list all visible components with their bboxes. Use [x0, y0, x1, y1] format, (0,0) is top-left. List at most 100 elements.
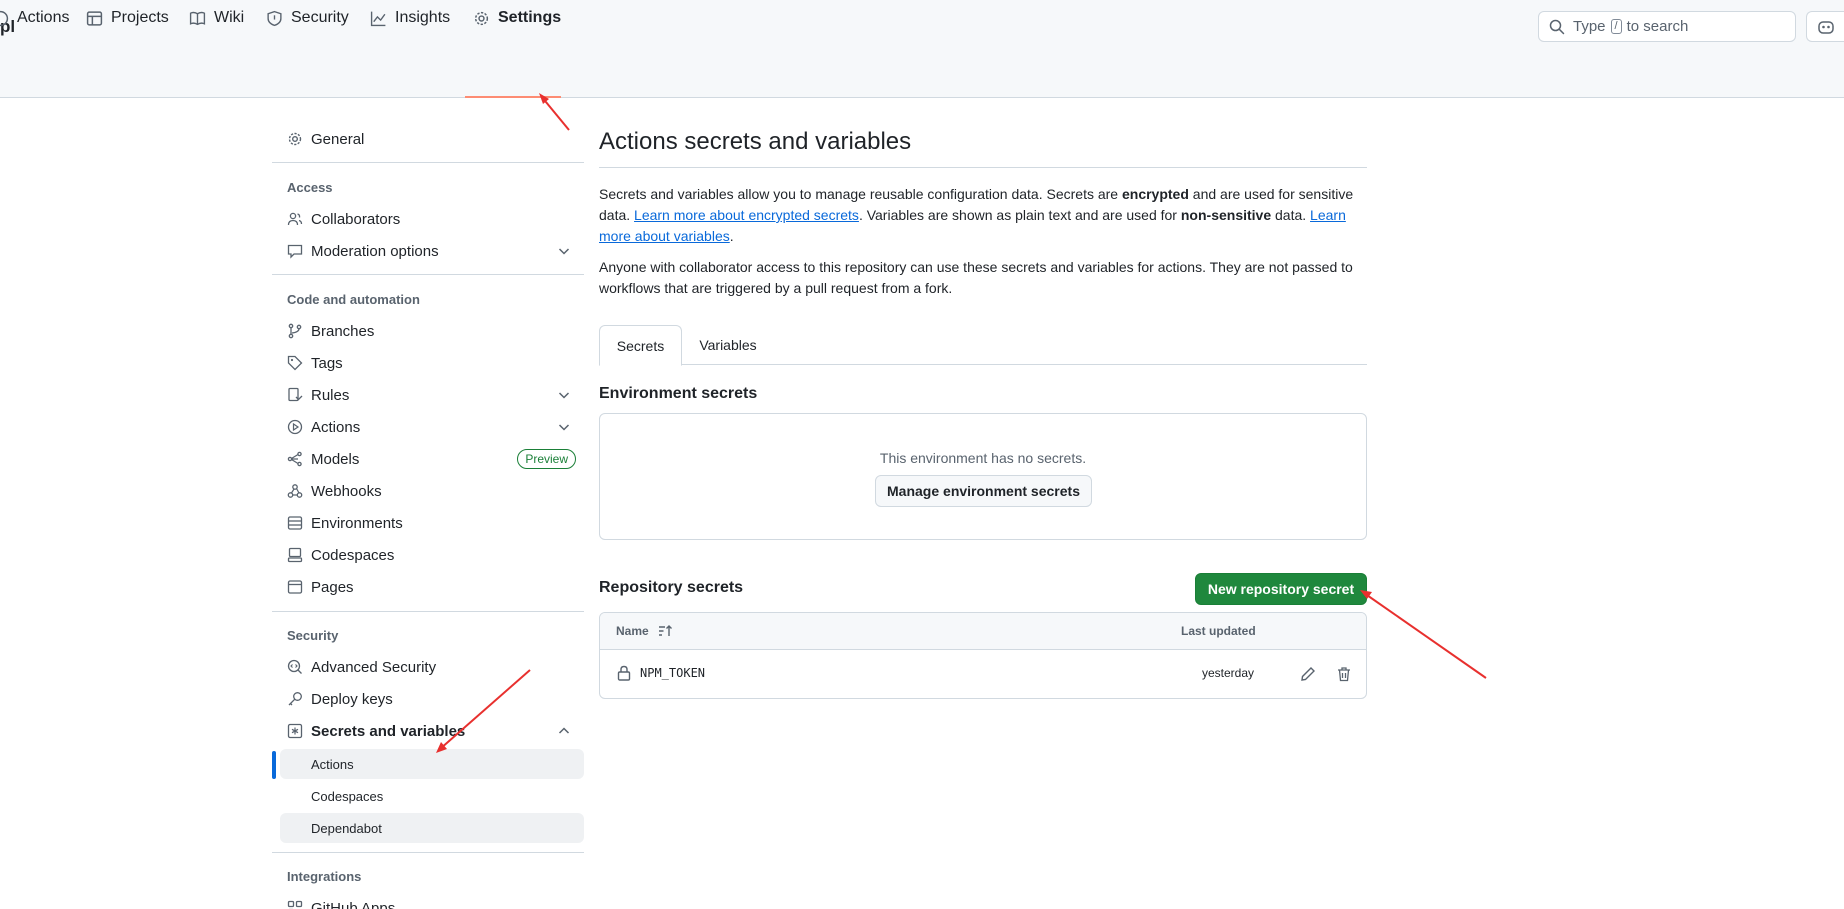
delete-secret-button[interactable] [1330, 660, 1358, 688]
annotation-arrow-new-secret [1360, 590, 1487, 679]
asterisk-icon [287, 723, 303, 739]
webhook-icon [287, 483, 303, 499]
sidebar-item-label: Models [311, 450, 360, 468]
tab-projects[interactable]: Projects [86, 0, 169, 36]
section-heading-code: Code and automation [287, 292, 420, 307]
sidebar-item-label: Webhooks [311, 482, 382, 500]
sidebar-subitem-dependabot[interactable]: Dependabot [280, 813, 584, 843]
codescan-icon [287, 659, 303, 675]
sidebar-item-general[interactable]: General [272, 123, 584, 155]
sidebar-item-collaborators[interactable]: Collaborators [272, 203, 584, 235]
chevron-up-icon [558, 727, 570, 734]
sidebar-item-tags[interactable]: Tags [272, 347, 584, 379]
play-icon [0, 10, 9, 26]
edit-secret-button[interactable] [1294, 660, 1322, 688]
active-tab-underline [465, 96, 561, 98]
sidebar-subitem-codespaces[interactable]: Codespaces [280, 781, 584, 811]
search-shortcut-key: / [1610, 19, 1622, 34]
tab-projects-label: Projects [111, 9, 169, 26]
search-icon [1549, 19, 1565, 34]
new-repository-secret-button[interactable]: New repository secret [1195, 573, 1367, 605]
sidebar-item-rules[interactable]: Rules [272, 379, 584, 411]
tab-security-label: Security [291, 9, 349, 26]
sidebar-item-models[interactable]: Models Preview [272, 443, 584, 475]
divider [272, 162, 584, 163]
sidebar-item-label: GitHub Apps [311, 899, 396, 909]
codespaces-icon [287, 547, 303, 563]
chevron-down-icon [558, 424, 570, 431]
divider [272, 852, 584, 853]
secret-updated: yesterday [1202, 666, 1255, 680]
sidebar-item-secrets-variables[interactable]: Secrets and variables [272, 715, 584, 747]
column-name-header[interactable]: Name [616, 624, 649, 638]
divider [272, 611, 584, 612]
chevron-down-icon [558, 392, 570, 399]
empty-state-text: This environment has no secrets. [879, 450, 1087, 466]
sidebar-item-branches[interactable]: Branches [272, 315, 584, 347]
sidebar-item-label: Secrets and variables [311, 722, 466, 740]
tab-settings-label: Settings [498, 9, 562, 26]
sidebar-item-label: Actions [311, 418, 361, 436]
tab-secrets[interactable]: Secrets [599, 325, 682, 366]
play-icon [287, 419, 303, 435]
sidebar-item-label: Pages [311, 578, 354, 596]
divider [272, 274, 584, 275]
sidebar-subitem-actions[interactable]: Actions [280, 749, 584, 779]
sidebar-item-webhooks[interactable]: Webhooks [272, 475, 584, 507]
pencil-icon [1301, 667, 1315, 681]
trash-icon [1338, 667, 1350, 682]
shield-icon [267, 10, 282, 26]
sidebar-item-label: Environments [311, 514, 403, 532]
tab-wiki[interactable]: Wiki [189, 0, 244, 36]
tab-variables[interactable]: Variables [683, 325, 773, 365]
sidebar-subitem-label: Dependabot [311, 820, 382, 836]
key-icon [287, 691, 303, 707]
gear-icon [287, 131, 303, 147]
sidebar-subitem-label: Codespaces [311, 788, 384, 804]
table-icon [86, 10, 103, 26]
repository-secrets-heading: Repository secrets [599, 579, 744, 596]
copilot-button[interactable] [1806, 11, 1844, 42]
sidebar-item-label: Rules [311, 386, 350, 404]
browser-icon [287, 579, 303, 595]
apps-icon [287, 900, 303, 909]
tag-icon [287, 355, 303, 371]
manage-environment-secrets-button[interactable]: Manage environment secrets [875, 475, 1092, 507]
sidebar-item-label: Collaborators [311, 210, 401, 228]
table-row: NPM_TOKEN yesterday [600, 650, 1366, 698]
sidebar-item-pages[interactable]: Pages [272, 571, 584, 603]
book-icon [189, 11, 206, 25]
sort-ascending-icon[interactable] [658, 624, 674, 638]
tab-insights[interactable]: Insights [370, 0, 450, 36]
top-bar: pl Type / to search Actions Projects Wik… [0, 0, 1844, 98]
search-input[interactable]: Type / to search [1538, 11, 1796, 42]
environment-secrets-heading: Environment secrets [599, 385, 758, 402]
sidebar-item-label: General [311, 130, 365, 148]
tab-actions[interactable]: Actions [0, 0, 69, 36]
sidebar-item-label: Moderation options [311, 242, 439, 260]
sidebar-item-deploy-keys[interactable]: Deploy keys [272, 683, 584, 715]
graph-icon [370, 11, 386, 26]
repository-secrets-table: Name Last updated NPM_TOKEN yesterday [599, 612, 1367, 699]
branch-icon [287, 323, 303, 339]
sidebar-item-github-apps[interactable]: GitHub Apps [272, 892, 584, 909]
sidebar-item-label: Advanced Security [311, 658, 437, 676]
tab-insights-label: Insights [395, 9, 451, 26]
search-suffix: to search [1626, 18, 1689, 35]
sidebar-item-actions[interactable]: Actions [272, 411, 584, 443]
sidebar-item-label: Branches [311, 322, 375, 340]
tab-security[interactable]: Security [266, 0, 349, 36]
sidebar-item-moderation[interactable]: Moderation options [272, 235, 584, 267]
active-indicator [272, 751, 276, 779]
intro-paragraph: Secrets and variables allow you to manag… [599, 186, 1354, 244]
rules-icon [287, 387, 303, 403]
sidebar-item-environments[interactable]: Environments [272, 507, 584, 539]
secrets-variables-tabs: Secrets Variables [599, 325, 1367, 366]
tab-actions-label: Actions [17, 9, 70, 26]
tab-settings[interactable]: Settings [473, 0, 561, 36]
environment-secrets-box: This environment has no secrets. Manage … [599, 413, 1367, 540]
page-title: Actions secrets and variables [599, 128, 912, 155]
sidebar-item-advanced-security[interactable]: Advanced Security [272, 651, 584, 683]
sidebar-item-codespaces[interactable]: Codespaces [272, 539, 584, 571]
learn-more-secrets-link[interactable]: Learn more about encrypted secrets [634, 207, 859, 223]
